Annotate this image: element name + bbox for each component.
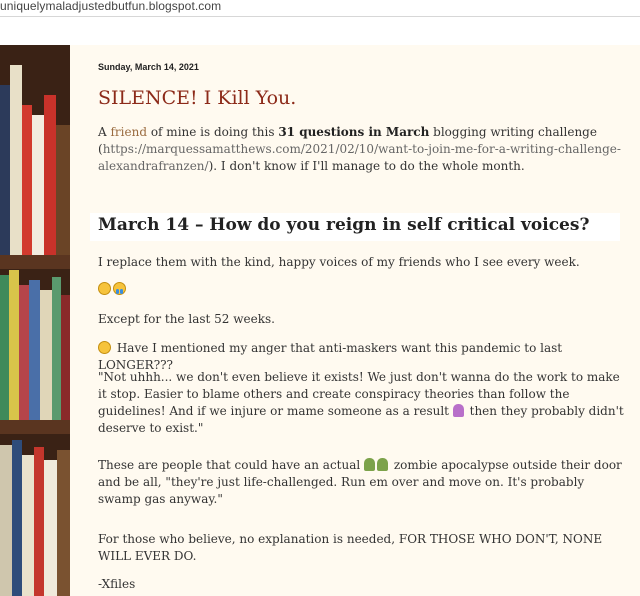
confused-face-icon	[98, 282, 111, 295]
friend-link[interactable]: friend	[110, 125, 147, 139]
believe-paragraph: For those who believe, no explanation is…	[98, 532, 603, 563]
book	[44, 460, 57, 596]
intro-text: of mine is doing this	[147, 125, 279, 139]
person-icon	[452, 404, 464, 417]
book	[61, 295, 70, 420]
address-bar[interactable]: uniquelymaladjustedbutfun.blogspot.com	[0, 0, 640, 17]
post-date: Sunday, March 14, 2021	[98, 62, 199, 72]
anger-text: Have I mentioned my anger that anti-mask…	[98, 341, 563, 372]
book	[9, 270, 19, 420]
blog-post: Sunday, March 14, 2021 SILENCE! I Kill Y…	[70, 45, 640, 596]
address-url[interactable]: uniquelymaladjustedbutfun.blogspot.com	[0, 0, 221, 13]
intro-text: A	[98, 125, 111, 139]
replace-paragraph: I replace them with the kind, happy voic…	[98, 255, 580, 269]
book	[0, 85, 10, 255]
book	[40, 290, 52, 420]
question-heading: March 14 – How do you reign in self crit…	[98, 215, 590, 235]
book	[22, 105, 32, 255]
book	[10, 65, 22, 255]
signoff: -Xfiles	[98, 577, 136, 591]
grimacing-face-icon	[98, 341, 111, 354]
book	[12, 440, 22, 596]
zombie-icon	[364, 458, 376, 471]
crying-face-icon	[113, 282, 126, 295]
book	[19, 285, 29, 420]
book	[0, 445, 12, 596]
intro-paragraph: A friend of mine is doing this 31 questi…	[98, 124, 626, 175]
book	[44, 95, 56, 255]
book	[32, 115, 44, 255]
challenge-name: 31 questions in March	[278, 125, 430, 139]
header-gap	[0, 17, 640, 45]
post-title[interactable]: SILENCE! I Kill You.	[98, 87, 296, 109]
zombie-text: These are people that could have an actu…	[98, 458, 365, 472]
quote-paragraph: "Not uhhh... we don't even believe it ex…	[98, 369, 626, 437]
book	[52, 277, 61, 420]
intro-text: ). I don't know if I'll manage to do the…	[208, 159, 525, 173]
bookshelf-background	[0, 45, 70, 596]
shelf-plank	[0, 420, 70, 434]
zombie-icon	[377, 458, 389, 471]
book	[34, 447, 44, 596]
shelf-plank	[0, 255, 70, 269]
book	[29, 280, 40, 420]
zombie-paragraph: These are people that could have an actu…	[98, 457, 626, 508]
book	[57, 450, 70, 596]
book	[56, 125, 70, 255]
book	[22, 455, 34, 596]
emoji-line	[98, 281, 626, 298]
except-paragraph: Except for the last 52 weeks.	[98, 312, 275, 326]
book	[0, 275, 9, 420]
